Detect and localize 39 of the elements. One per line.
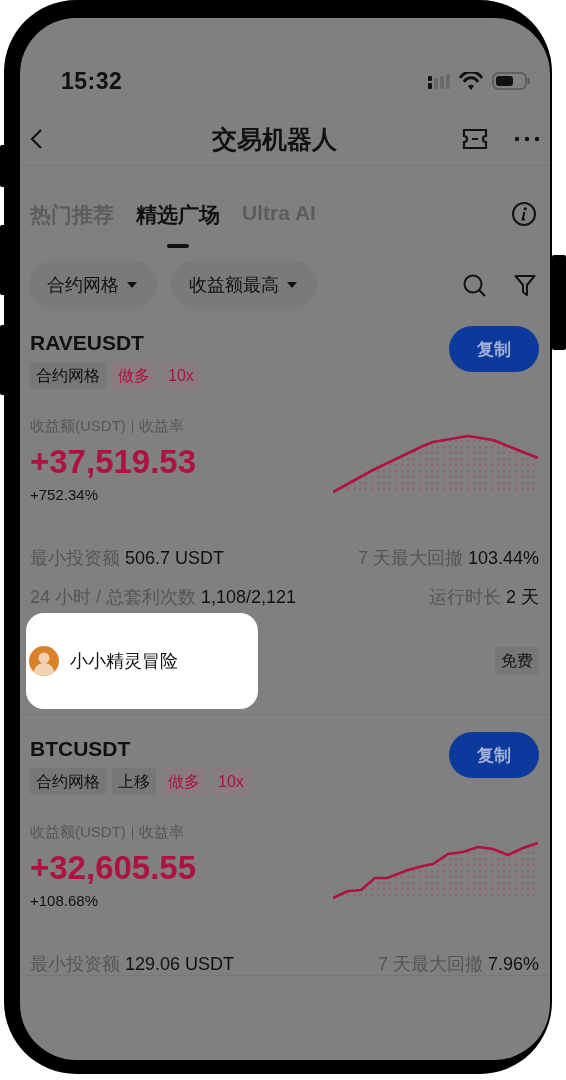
signal-icon — [428, 73, 450, 89]
copy-button[interactable]: 复制 — [449, 326, 539, 372]
caret-icon — [287, 282, 297, 288]
tab[interactable]: 精选广场 — [136, 201, 220, 257]
tag: 10x — [162, 362, 200, 389]
caret-icon — [127, 282, 137, 288]
stat-value: 129.06 USDT — [125, 953, 235, 975]
filter-dropdown[interactable]: 合约网格 — [29, 261, 157, 309]
tag: 做多 — [112, 362, 156, 389]
tag: 上移 — [112, 768, 156, 795]
bot-symbol: BTCUSDT — [30, 737, 132, 761]
status-time: 15:32 — [61, 67, 123, 95]
stat-value: 506.7 USDT — [125, 547, 225, 569]
bot-symbol: RAVEUSDT — [30, 331, 145, 355]
rate-value: +108.68% — [30, 892, 99, 910]
search-icon[interactable] — [463, 273, 486, 297]
profit-value: +32,605.55 — [30, 848, 197, 888]
copy-button[interactable]: 复制 — [449, 732, 539, 778]
battery-icon — [492, 72, 530, 90]
stat-value: 7.96% — [487, 953, 539, 975]
owner-name[interactable]: 小小精灵冒险 — [70, 649, 178, 673]
tag: 合约网格 — [30, 362, 106, 389]
stat-value: 2 天 — [506, 586, 539, 608]
more-icon[interactable] — [514, 135, 540, 143]
stat-value: 103.44% — [467, 547, 539, 569]
filter-icon[interactable] — [514, 273, 536, 297]
filter-dropdown[interactable]: 收益额最高 — [171, 261, 317, 309]
info-icon[interactable] — [512, 202, 536, 226]
stat-value: 1,108/2,121 — [201, 586, 297, 608]
tag: 做多 — [162, 768, 206, 795]
wifi-icon — [459, 72, 483, 90]
tag: 10x — [212, 768, 250, 795]
profit-value: +37,519.53 — [30, 442, 197, 482]
page-title: 交易机器人 — [210, 123, 338, 155]
price-tag: 免费 — [495, 647, 539, 675]
tag: 合约网格 — [30, 768, 106, 795]
avatar — [29, 646, 59, 676]
ticket-icon[interactable] — [462, 127, 488, 151]
rate-value: +752.34% — [30, 486, 99, 504]
